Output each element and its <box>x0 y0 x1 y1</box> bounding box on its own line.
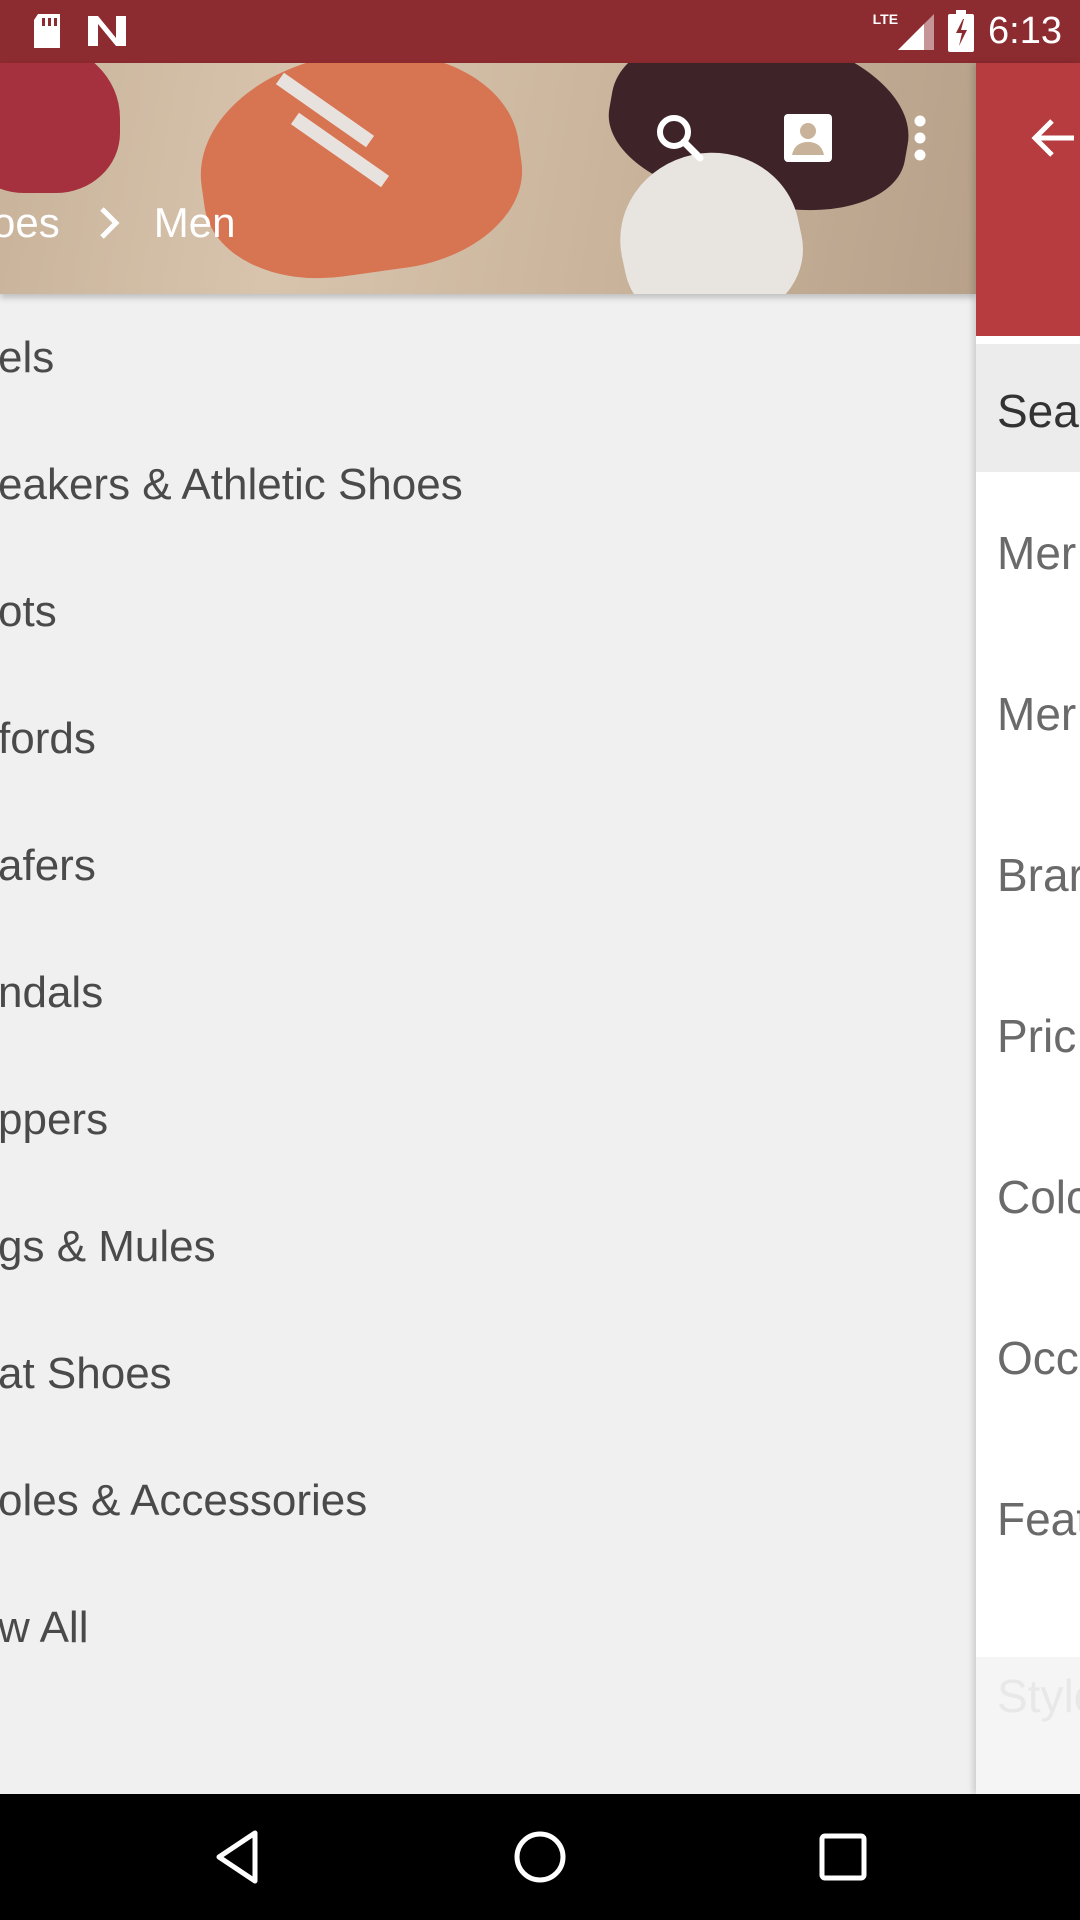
back-arrow-icon <box>1031 119 1074 157</box>
list-item[interactable]: ots <box>0 548 976 675</box>
list-item[interactable]: w All <box>0 1564 976 1691</box>
header-image-shoe-orange <box>186 63 534 294</box>
drawer-footer-label: Style <box>997 1670 1080 1722</box>
system-nav-bar <box>0 1794 1080 1920</box>
drawer-filter-item[interactable]: Feat <box>997 1492 1080 1546</box>
drawer-filter-item[interactable]: Pric <box>997 1009 1076 1063</box>
more-options-button[interactable] <box>890 108 950 168</box>
nav-back-icon[interactable] <box>207 1827 267 1887</box>
list-item[interactable]: afers <box>0 802 976 929</box>
category-list: els eakers & Athletic Shoes ots fords af… <box>0 294 976 1794</box>
list-item[interactable]: fords <box>0 675 976 802</box>
list-item[interactable]: at Shoes <box>0 1310 976 1437</box>
drawer-filter-item[interactable]: Colc <box>997 1170 1080 1224</box>
list-item[interactable]: oles & Accessories <box>0 1437 976 1564</box>
status-time: 6:13 <box>988 10 1062 52</box>
list-item[interactable]: ndals <box>0 929 976 1056</box>
sd-card-icon <box>34 14 60 48</box>
battery-charging-icon <box>948 10 975 52</box>
nav-recents-icon[interactable] <box>813 1827 873 1887</box>
drawer-header <box>976 63 1080 336</box>
list-item[interactable]: els <box>0 294 976 421</box>
category-header: oes Men <box>0 63 976 294</box>
drawer-filter-item[interactable]: Mer <box>997 526 1076 580</box>
chevron-right-icon <box>99 207 120 239</box>
search-button[interactable] <box>650 108 710 168</box>
status-bar: LTE 6:13 <box>0 0 1080 63</box>
list-item[interactable]: ppers <box>0 1056 976 1183</box>
drawer-back-button[interactable] <box>1026 111 1080 165</box>
list-item[interactable]: gs & Mules <box>0 1183 976 1310</box>
drawer-filter-item[interactable]: Mer <box>997 687 1076 741</box>
filter-drawer[interactable]: Sear Mer Mer Brar Pric Colc Occ Feat Sty… <box>976 63 1080 1794</box>
account-box-icon <box>784 114 832 162</box>
signal-icon <box>898 14 935 50</box>
drawer-footer: Style <box>976 1657 1080 1794</box>
network-type: LTE <box>872 11 899 27</box>
account-button[interactable] <box>778 108 838 168</box>
breadcrumb-current: Men <box>153 199 236 246</box>
drawer-filter-item[interactable]: Occ <box>997 1331 1079 1385</box>
breadcrumb: oes Men <box>0 199 235 247</box>
list-item[interactable]: eakers & Athletic Shoes <box>0 421 976 548</box>
drawer-search-field[interactable]: Sear <box>976 344 1080 472</box>
more-vert-icon <box>914 115 926 161</box>
search-icon <box>657 115 704 162</box>
breadcrumb-parent[interactable]: oes <box>0 199 60 247</box>
drawer-search-label: Sear <box>997 385 1080 437</box>
nav-home-icon[interactable] <box>510 1827 570 1887</box>
drawer-filter-item[interactable]: Brar <box>997 848 1080 902</box>
notification-n-icon <box>88 16 126 46</box>
